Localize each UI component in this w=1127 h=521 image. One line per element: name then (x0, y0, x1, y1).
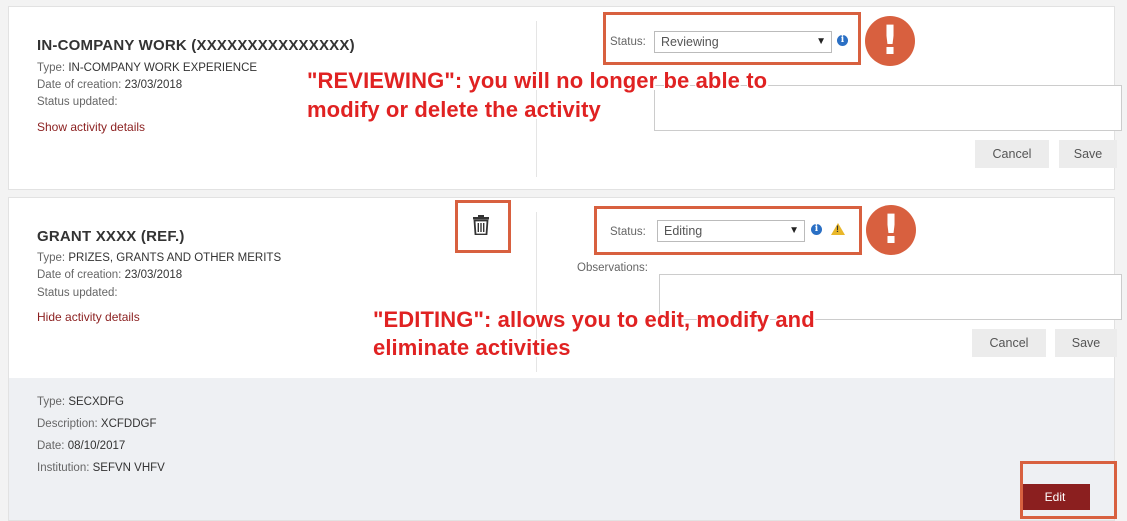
annotation-editing-line2: eliminate activities (373, 335, 571, 360)
activity-details-panel: Type: SECXDFG Description: XCFDDGF Date:… (9, 378, 1114, 520)
exclamation-icon: ! (866, 205, 916, 255)
status-updated: Status updated: (37, 96, 118, 108)
detail-type: Type: SECXDFG (37, 396, 124, 408)
type-label: Type: (37, 62, 66, 74)
activity-title: IN-COMPANY WORK (XXXXXXXXXXXXXXX) (37, 37, 355, 54)
save-button[interactable]: Save (1059, 140, 1117, 168)
annotation-editing-line1: "EDITING": allows you to edit, modify an… (373, 307, 815, 332)
show-details-link[interactable]: Show activity details (37, 120, 145, 134)
activity-date: Date of creation: 23/03/2018 (37, 267, 182, 284)
detail-institution-label: Institution: (37, 462, 90, 474)
detail-date: Date: 08/10/2017 (37, 440, 125, 452)
date-label: Date of creation: (37, 79, 122, 91)
date-value: 23/03/2018 (124, 269, 183, 281)
type-value: PRIZES, GRANTS AND OTHER MERITS (68, 252, 282, 264)
date-value: 23/03/2018 (124, 79, 183, 91)
detail-description: Description: XCFDDGF (37, 418, 157, 430)
annotation-reviewing-line1: "REVIEWING": you will no longer be able … (307, 68, 768, 93)
activity-type: Type: IN-COMPANY WORK EXPERIENCE (37, 60, 257, 77)
detail-type-value: SECXDFG (68, 396, 124, 408)
hide-details-link[interactable]: Hide activity details (37, 310, 140, 324)
detail-date-label: Date: (37, 440, 65, 452)
detail-type-label: Type: (37, 396, 66, 408)
activity-title: GRANT XXXX (REF.) (37, 228, 185, 245)
observations-label: Observations: (577, 262, 648, 274)
annotation-reviewing-line2: modify or delete the activity (307, 97, 601, 122)
status-highlight-box (603, 12, 861, 65)
detail-description-value: XCFDDGF (100, 418, 157, 430)
detail-description-label: Description: (37, 418, 98, 430)
edit-highlight-box (1020, 461, 1117, 519)
cancel-button[interactable]: Cancel (975, 140, 1049, 168)
trash-icon[interactable] (472, 215, 490, 240)
date-label: Date of creation: (37, 269, 122, 281)
detail-institution-value: SEFVN VHFV (92, 462, 165, 474)
save-button[interactable]: Save (1055, 329, 1117, 357)
activity-type: Type: PRIZES, GRANTS AND OTHER MERITS (37, 250, 281, 267)
cancel-button[interactable]: Cancel (972, 329, 1046, 357)
detail-date-value: 08/10/2017 (67, 440, 126, 452)
type-label: Type: (37, 252, 66, 264)
status-updated: Status updated: (37, 287, 118, 299)
activity-date: Date of creation: 23/03/2018 (37, 77, 182, 94)
type-value: IN-COMPANY WORK EXPERIENCE (68, 62, 258, 74)
exclamation-icon: ! (865, 16, 915, 66)
status-highlight-box (594, 206, 862, 255)
detail-institution: Institution: SEFVN VHFV (37, 462, 165, 474)
